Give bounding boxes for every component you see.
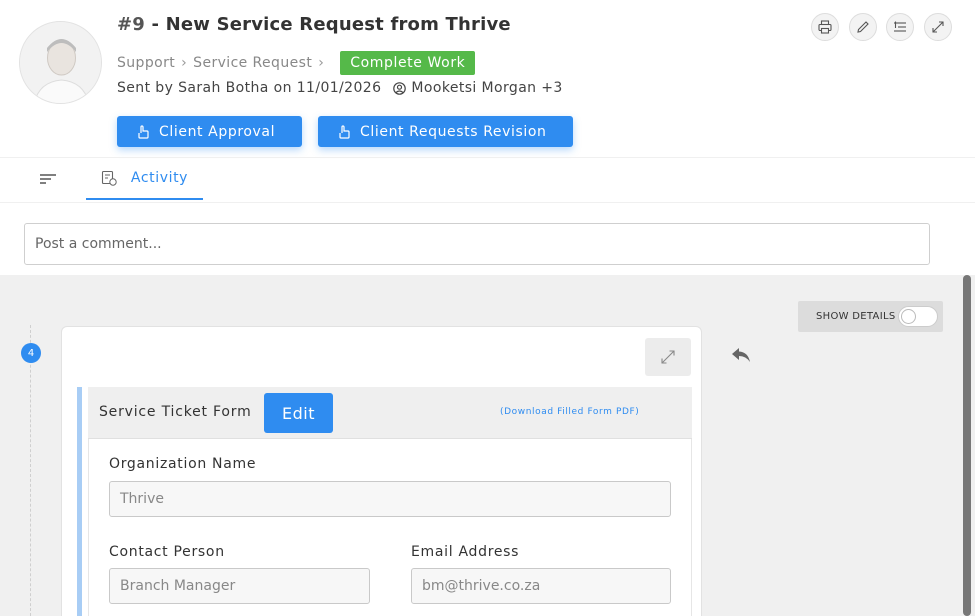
breadcrumb-support[interactable]: Support [117,55,175,71]
tab-activity-label: Activity [130,170,189,186]
email-address-label: Email Address [411,544,520,560]
title-dash: - [145,14,166,35]
expand-card-button[interactable] [645,338,691,376]
client-requests-revision-label: Client Requests Revision [360,123,547,140]
sent-by-line: Sent by Sarah Botha on 11/01/2026 Mooket… [117,80,563,96]
form-title: Service Ticket Form [99,404,252,420]
organization-name-label: Organization Name [109,456,257,472]
checklist-button[interactable] [886,13,914,41]
status-badge: Complete Work [340,51,476,75]
breadcrumb: Support › Service Request › Complete Wor… [117,51,476,75]
ticket-title: New Service Request from Thrive [165,14,511,35]
activity-log-icon [101,170,117,186]
toggle-knob [901,309,916,324]
client-requests-revision-button[interactable]: Client Requests Revision [318,116,573,147]
organization-name-field[interactable]: Thrive [109,481,671,517]
edit-form-button[interactable]: Edit [264,393,333,433]
client-approval-button[interactable]: Client Approval [117,116,302,147]
sent-by-text: Sent by Sarah Botha on 11/01/2026 [117,80,382,96]
pencil-icon [857,21,869,33]
hand-pointer-icon [138,124,149,139]
print-button[interactable] [811,13,839,41]
scrollbar[interactable] [963,275,971,616]
timeline-entry-number: 4 [21,343,41,363]
show-details-label: SHOW DETAILS [816,311,896,322]
breadcrumb-service-request[interactable]: Service Request [193,55,312,71]
form-accent-bar [77,387,82,616]
reply-icon[interactable] [730,346,752,364]
toggle-switch[interactable] [898,306,938,327]
breadcrumb-separator: › [318,55,325,71]
assignees[interactable]: Mooketsi Morgan +3 [393,80,562,96]
timeline-line [30,325,31,616]
hand-pointer-icon [339,124,350,139]
assignees-text: Mooketsi Morgan +3 [411,80,563,96]
breadcrumb-separator: › [181,55,188,71]
edit-ticket-button[interactable] [849,13,877,41]
page-title: #9 - New Service Request from Thrive [117,14,511,35]
download-pdf-link[interactable]: (Download Filled Form PDF) [500,407,639,417]
printer-icon [818,20,832,34]
client-approval-label: Client Approval [159,123,276,140]
email-address-field[interactable]: bm@thrive.co.za [411,568,671,604]
user-avatar [19,21,102,104]
tab-activity[interactable]: Activity [86,158,203,200]
list-icon [894,21,906,32]
ticket-number: #9 [117,14,146,35]
sort-filter-icon[interactable] [39,171,57,187]
comment-input[interactable] [24,223,930,265]
divider [0,202,975,203]
show-details-toggle[interactable]: SHOW DETAILS [798,301,943,332]
user-circle-icon [393,81,407,95]
fullscreen-button[interactable] [924,13,952,41]
contact-person-label: Contact Person [109,544,225,560]
contact-person-field[interactable]: Branch Manager [109,568,370,604]
expand-icon [661,350,675,364]
expand-icon [932,21,944,33]
